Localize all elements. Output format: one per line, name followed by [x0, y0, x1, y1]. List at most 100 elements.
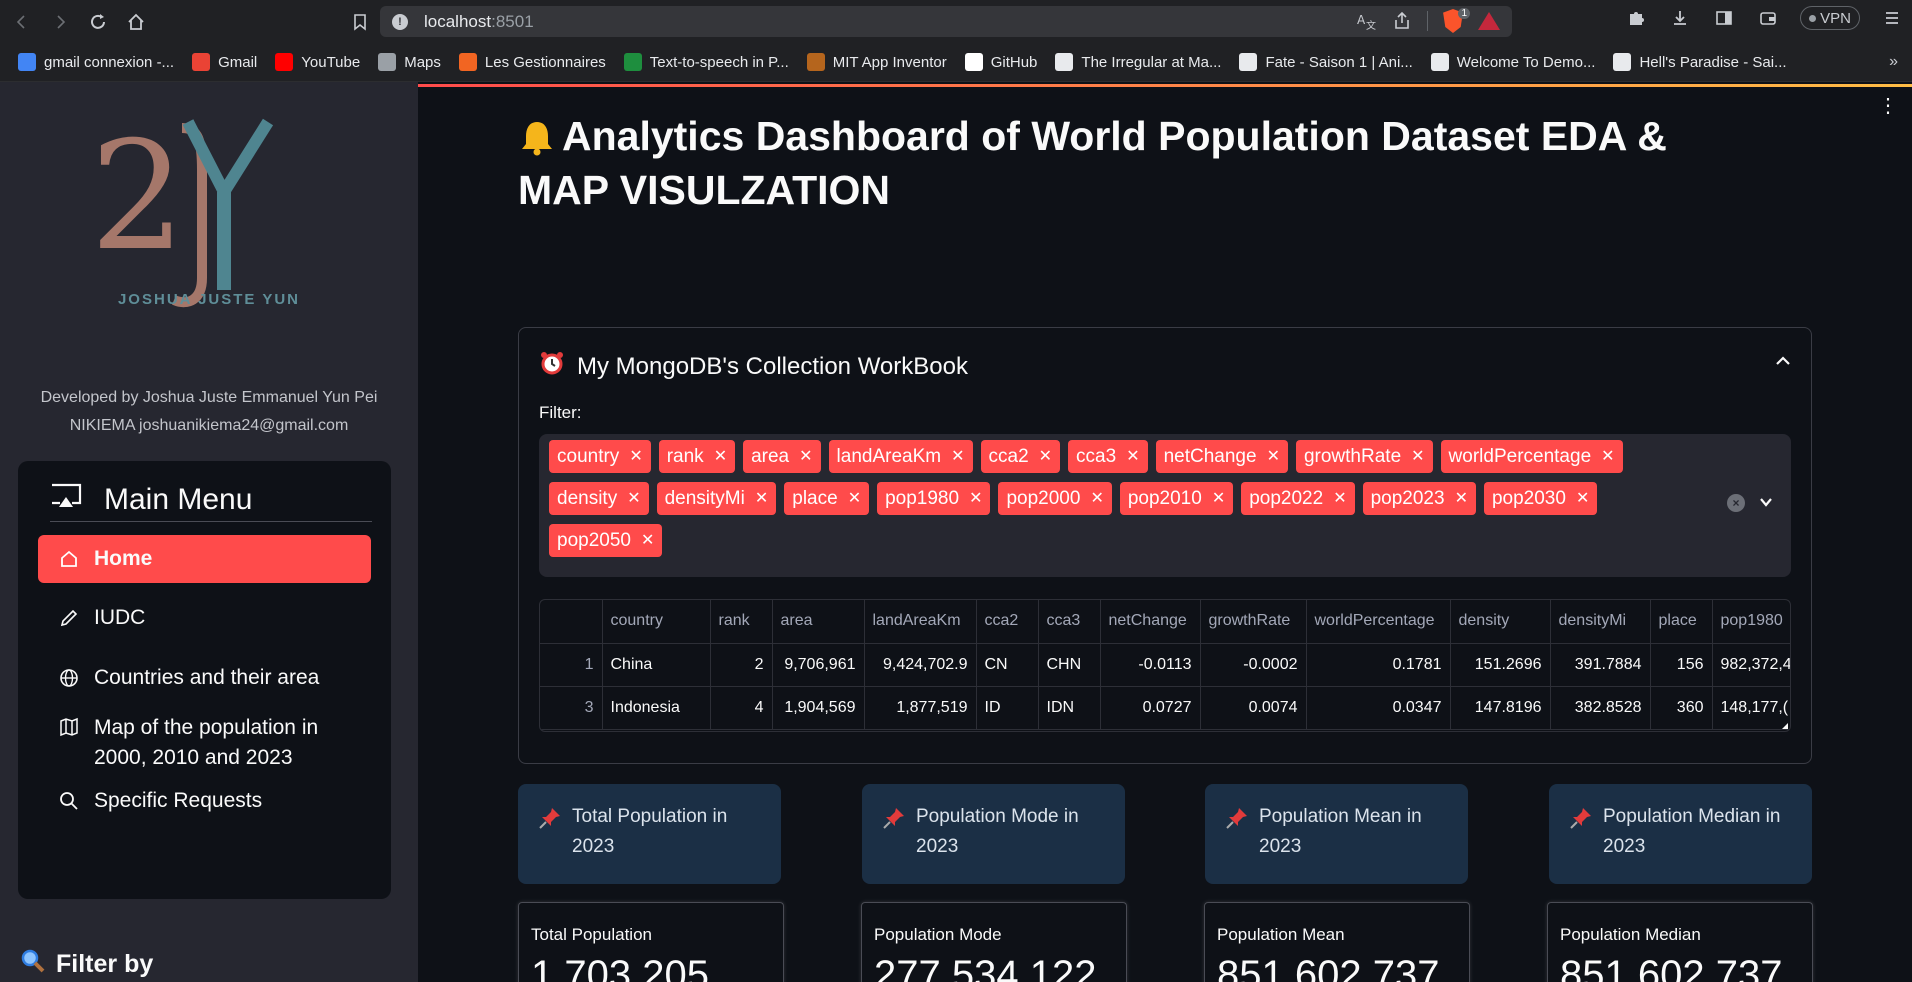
table-row[interactable]: 3 Indonesia 4 1,904,569 1,877,519 ID IDN 0.0727…: [540, 686, 1790, 730]
table-cell[interactable]: -0.0002: [1200, 643, 1307, 687]
chevron-up-icon[interactable]: [1775, 354, 1791, 372]
column-header[interactable]: country: [602, 600, 711, 644]
download-icon[interactable]: [1668, 6, 1692, 30]
table-cell[interactable]: 9,424,702.9: [864, 643, 977, 687]
filter-tag[interactable]: pop2000 ✕: [998, 482, 1112, 515]
bookmark-item[interactable]: gmail connexion -...: [18, 53, 174, 71]
table-cell[interactable]: IDN: [1038, 686, 1101, 730]
brave-rewards-icon[interactable]: [1478, 10, 1500, 32]
row-index[interactable]: 3: [540, 686, 603, 730]
table-cell[interactable]: 148,177,(: [1712, 686, 1790, 730]
remove-tag-icon[interactable]: ✕: [641, 532, 654, 549]
table-cell[interactable]: 0.0347: [1306, 686, 1451, 730]
filter-tag[interactable]: densityMi ✕: [656, 482, 777, 515]
table-cell[interactable]: 147.8196: [1450, 686, 1551, 730]
column-header[interactable]: cca2: [976, 600, 1039, 644]
bookmark-item[interactable]: Welcome To Demo...: [1430, 53, 1595, 71]
bookmark-item[interactable]: YouTube: [275, 53, 360, 71]
remove-tag-icon[interactable]: ✕: [1455, 490, 1468, 507]
forward-icon[interactable]: [44, 6, 76, 38]
remove-tag-icon[interactable]: ✕: [629, 448, 642, 465]
column-header[interactable]: [540, 600, 603, 644]
table-cell[interactable]: 1,904,569: [772, 686, 865, 730]
table-cell[interactable]: 0.1781: [1306, 643, 1451, 687]
remove-tag-icon[interactable]: ✕: [951, 448, 964, 465]
clear-all-icon[interactable]: ×: [1727, 494, 1745, 512]
remove-tag-icon[interactable]: ✕: [1212, 490, 1225, 507]
filter-tag[interactable]: pop2030 ✕: [1483, 482, 1598, 515]
expander-header[interactable]: My MongoDB's Collection WorkBook: [539, 350, 968, 383]
column-header[interactable]: cca3: [1038, 600, 1101, 644]
filter-tag[interactable]: cca3 ✕: [1068, 440, 1148, 473]
menu-item-specific-requests[interactable]: Specific Requests: [38, 777, 371, 825]
column-header[interactable]: growthRate: [1200, 600, 1307, 644]
column-header[interactable]: density: [1450, 600, 1551, 644]
url-text[interactable]: localhost:8501: [424, 12, 534, 32]
menu-item-countries-area[interactable]: Countries and their area: [38, 654, 371, 702]
table-cell[interactable]: -0.0113: [1100, 643, 1201, 687]
bookmarks-overflow-icon[interactable]: »: [1889, 53, 1898, 71]
remove-tag-icon[interactable]: ✕: [969, 490, 982, 507]
bookmark-item[interactable]: Maps: [378, 53, 441, 71]
table-cell[interactable]: Indonesia: [602, 686, 711, 730]
filter-tag[interactable]: growthRate ✕: [1295, 440, 1433, 473]
extensions-icon[interactable]: [1624, 6, 1648, 30]
bookmark-item[interactable]: Les Gestionnaires: [458, 53, 606, 71]
reload-icon[interactable]: [82, 6, 114, 38]
remove-tag-icon[interactable]: ✕: [1601, 448, 1614, 465]
table-cell[interactable]: 382.8528: [1550, 686, 1651, 730]
chevron-down-icon[interactable]: [1759, 494, 1773, 512]
address-bar[interactable]: ! localhost:8501 A文 1: [380, 6, 1512, 37]
table-cell[interactable]: 391.7884: [1550, 643, 1651, 687]
menu-icon[interactable]: [1880, 6, 1904, 30]
bookmark-item[interactable]: Fate - Saison 1 | Ani...: [1239, 53, 1413, 71]
data-table[interactable]: country rank area landAreaKm cca2 cca3 netChan…: [539, 599, 1791, 732]
filter-tag[interactable]: worldPercentage ✕: [1440, 440, 1623, 473]
filter-tag[interactable]: area ✕: [743, 440, 821, 473]
remove-tag-icon[interactable]: ✕: [755, 490, 768, 507]
table-cell[interactable]: CHN: [1038, 643, 1101, 687]
column-header[interactable]: densityMi: [1550, 600, 1651, 644]
remove-tag-icon[interactable]: ✕: [1411, 448, 1424, 465]
remove-tag-icon[interactable]: ✕: [848, 490, 861, 507]
filter-tag[interactable]: landAreaKm ✕: [828, 440, 973, 473]
table-cell[interactable]: China: [602, 643, 711, 687]
filter-tag[interactable]: pop2022 ✕: [1241, 482, 1355, 515]
sidebar-toggle-icon[interactable]: [1712, 6, 1736, 30]
table-cell[interactable]: CN: [976, 643, 1039, 687]
table-cell[interactable]: 156: [1650, 643, 1713, 687]
site-info-icon[interactable]: !: [392, 13, 408, 30]
filter-tag[interactable]: country ✕: [549, 440, 651, 473]
table-cell[interactable]: 151.2696: [1450, 643, 1551, 687]
table-cell[interactable]: 9,706,961: [772, 643, 865, 687]
filter-tag[interactable]: density ✕: [549, 482, 649, 515]
share-icon[interactable]: [1391, 10, 1413, 32]
menu-item-iudc[interactable]: IUDC: [38, 594, 371, 642]
remove-tag-icon[interactable]: ✕: [1126, 448, 1139, 465]
remove-tag-icon[interactable]: ✕: [627, 490, 640, 507]
column-header[interactable]: rank: [710, 600, 773, 644]
filter-tag[interactable]: cca2 ✕: [980, 440, 1061, 473]
table-cell[interactable]: ID: [976, 686, 1039, 730]
remove-tag-icon[interactable]: ✕: [799, 448, 812, 465]
column-multiselect[interactable]: country ✕ rank ✕ area ✕ landAreaKm ✕ cca2 ✕ cca3 ✕ n…: [539, 434, 1791, 577]
filter-tag[interactable]: place ✕: [784, 482, 870, 515]
column-header[interactable]: worldPercentage: [1306, 600, 1451, 644]
remove-tag-icon[interactable]: ✕: [1576, 490, 1589, 507]
remove-tag-icon[interactable]: ✕: [1333, 490, 1346, 507]
bookmark-icon[interactable]: [344, 6, 376, 38]
bookmark-item[interactable]: GitHub: [964, 53, 1037, 71]
back-icon[interactable]: [6, 6, 38, 38]
bookmark-item[interactable]: MIT App Inventor: [806, 53, 947, 71]
filter-tag[interactable]: pop1980 ✕: [877, 482, 991, 515]
table-row[interactable]: 1 China 2 9,706,961 9,424,702.9 CN CHN -0.0113-…: [540, 643, 1790, 687]
table-cell[interactable]: 1,877,519: [864, 686, 977, 730]
column-header[interactable]: place: [1650, 600, 1713, 644]
bookmark-item[interactable]: Gmail: [192, 53, 257, 71]
remove-tag-icon[interactable]: ✕: [1090, 490, 1103, 507]
app-menu-icon[interactable]: ⋮: [1878, 93, 1898, 118]
filter-tag[interactable]: netChange ✕: [1155, 440, 1288, 473]
wallet-icon[interactable]: [1756, 6, 1780, 30]
home-icon[interactable]: [120, 6, 152, 38]
brave-shields-icon[interactable]: 1: [1442, 8, 1470, 33]
